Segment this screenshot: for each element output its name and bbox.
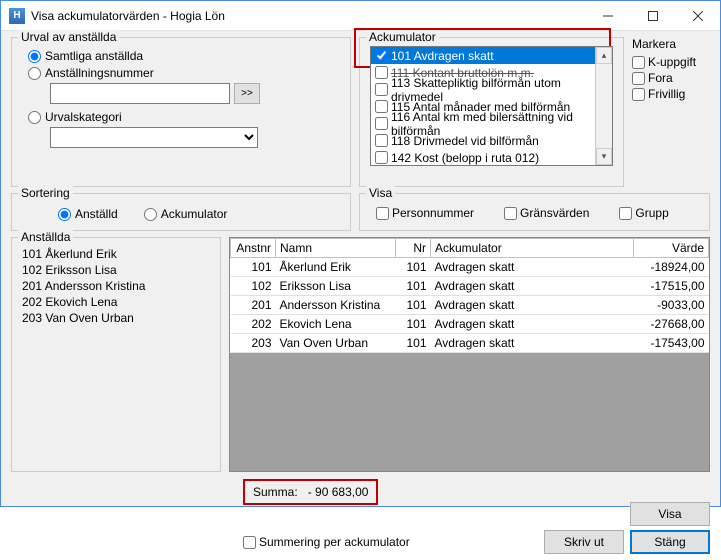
radio-sort-anstalld[interactable]: [58, 208, 71, 221]
chk-personnummer[interactable]: [376, 207, 389, 220]
urval-group: Urval av anställda Samtliga anställda An…: [11, 37, 351, 187]
chk-grupp-label: Grupp: [635, 206, 668, 220]
kategori-select[interactable]: [50, 127, 258, 148]
ack-item[interactable]: 101 Avdragen skatt: [371, 47, 595, 64]
ack-item-checkbox[interactable]: [375, 66, 388, 79]
ack-item-label: 101 Avdragen skatt: [391, 49, 494, 63]
table-row[interactable]: 101Åkerlund Erik101Avdragen skatt-18924,…: [231, 258, 709, 277]
col-namn[interactable]: Namn: [276, 239, 396, 258]
list-item[interactable]: 201 Andersson Kristina: [22, 278, 210, 294]
table-row[interactable]: 202Ekovich Lena101Avdragen skatt-27668,0…: [231, 315, 709, 334]
ack-item-checkbox[interactable]: [375, 100, 388, 113]
col-nr[interactable]: Nr: [396, 239, 431, 258]
sortering-legend: Sortering: [18, 186, 73, 200]
radio-anstnr-label: Anställningsnummer: [45, 66, 154, 80]
radio-sort-anstalld-label: Anställd: [75, 207, 118, 221]
app-icon: H: [9, 8, 25, 24]
ack-item[interactable]: 116 Antal km med bilersättning vid bilfö…: [371, 115, 595, 132]
table-row[interactable]: 203Van Oven Urban101Avdragen skatt-17543…: [231, 334, 709, 353]
app-window: H Visa ackumulatorvärden - Hogia Lön Urv…: [0, 0, 721, 507]
ack-item-checkbox[interactable]: [375, 83, 388, 96]
chk-kuppgift-label: K-uppgift: [648, 55, 696, 69]
list-item[interactable]: 102 Eriksson Lisa: [22, 262, 210, 278]
close-button[interactable]: [675, 1, 720, 30]
chk-fora-label: Fora: [648, 71, 673, 85]
maximize-icon: [648, 11, 658, 21]
ackumulator-list[interactable]: 101 Avdragen skatt111 Kontant bruttolön …: [370, 46, 613, 166]
ack-item-checkbox[interactable]: [375, 49, 388, 62]
radio-sort-ack-label: Ackumulator: [161, 207, 228, 221]
minimize-button[interactable]: [585, 1, 630, 30]
ackumulator-group: Ackumulator 101 Avdragen skatt111 Kontan…: [359, 37, 624, 187]
close-icon: [693, 11, 703, 21]
col-ack[interactable]: Ackumulator: [431, 239, 634, 258]
minimize-icon: [603, 11, 613, 21]
ack-item-checkbox[interactable]: [375, 134, 388, 147]
ack-item-label: 142 Kost (belopp i ruta 012): [391, 151, 539, 165]
titlebar: H Visa ackumulatorvärden - Hogia Lön: [1, 1, 720, 31]
summa-value: - 90 683,00: [308, 485, 369, 499]
anstallda-legend: Anställda: [18, 230, 73, 244]
radio-kategori-label: Urvalskategori: [45, 110, 122, 124]
anstnr-go-button[interactable]: >>: [234, 83, 260, 104]
radio-samtliga-label: Samtliga anställda: [45, 49, 143, 63]
anstnr-input[interactable]: [50, 83, 230, 104]
scroll-down-icon[interactable]: ▾: [596, 148, 612, 165]
list-item[interactable]: 101 Åkerlund Erik: [22, 246, 210, 262]
ack-item-checkbox[interactable]: [375, 151, 388, 164]
col-anstnr[interactable]: Anstnr: [231, 239, 276, 258]
list-item[interactable]: 203 Van Oven Urban: [22, 310, 210, 326]
chk-personnummer-label: Personnummer: [392, 206, 474, 220]
radio-anstnr[interactable]: [28, 67, 41, 80]
anstallda-group: Anställda 101 Åkerlund Erik102 Eriksson …: [11, 237, 221, 472]
ack-scrollbar[interactable]: ▴ ▾: [595, 47, 612, 165]
visa-button[interactable]: Visa: [630, 502, 710, 526]
chk-fora[interactable]: [632, 72, 645, 85]
sortering-group: Sortering Anställd Ackumulator: [11, 193, 351, 231]
scroll-up-icon[interactable]: ▴: [596, 47, 612, 64]
summa-label: Summa:: [253, 485, 298, 499]
radio-samtliga[interactable]: [28, 50, 41, 63]
chk-kuppgift[interactable]: [632, 56, 645, 69]
markera-group: Markera K-uppgift Fora Frivillig: [632, 37, 710, 187]
chk-summering-per-ack-label: Summering per ackumulator: [259, 535, 410, 549]
stang-button[interactable]: Stäng: [630, 530, 710, 554]
visa-legend: Visa: [366, 186, 395, 200]
maximize-button[interactable]: [630, 1, 675, 30]
col-varde[interactable]: Värde: [634, 239, 709, 258]
ack-item-checkbox[interactable]: [375, 117, 388, 130]
radio-sort-ack[interactable]: [144, 208, 157, 221]
skrivut-button[interactable]: Skriv ut: [544, 530, 624, 554]
list-item[interactable]: 202 Ekovich Lena: [22, 294, 210, 310]
chk-grupp[interactable]: [619, 207, 632, 220]
ack-item[interactable]: 113 Skattepliktig bilförmån utom drivmed…: [371, 81, 595, 98]
chk-gransvarden-label: Gränsvärden: [520, 206, 589, 220]
window-title: Visa ackumulatorvärden - Hogia Lön: [31, 9, 585, 23]
ack-item[interactable]: 142 Kost (belopp i ruta 012): [371, 149, 595, 166]
chk-summering-per-ack[interactable]: [243, 536, 256, 549]
radio-kategori[interactable]: [28, 111, 41, 124]
table-row[interactable]: 102Eriksson Lisa101Avdragen skatt-17515,…: [231, 277, 709, 296]
markera-legend: Markera: [632, 37, 710, 51]
chk-frivillig[interactable]: [632, 88, 645, 101]
result-table-wrap: Anstnr Namn Nr Ackumulator Värde 101Åker…: [229, 237, 710, 472]
urval-legend: Urval av anställda: [18, 30, 119, 44]
ackumulator-legend: Ackumulator: [366, 30, 439, 44]
table-row[interactable]: 201Andersson Kristina101Avdragen skatt-9…: [231, 296, 709, 315]
summa-box: Summa: - 90 683,00: [243, 479, 378, 505]
ack-item-label: 118 Drivmedel vid bilförmån: [391, 134, 539, 148]
result-table: Anstnr Namn Nr Ackumulator Värde 101Åker…: [230, 238, 709, 353]
visa-group: Visa Personnummer Gränsvärden Grupp: [359, 193, 710, 231]
chk-gransvarden[interactable]: [504, 207, 517, 220]
anstallda-list[interactable]: 101 Åkerlund Erik102 Eriksson Lisa201 An…: [22, 246, 210, 326]
chk-frivillig-label: Frivillig: [648, 87, 685, 101]
